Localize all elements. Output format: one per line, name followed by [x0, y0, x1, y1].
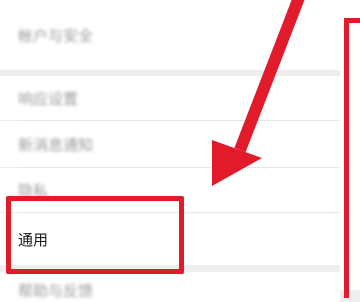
red-arrow-icon: [212, 0, 305, 186]
